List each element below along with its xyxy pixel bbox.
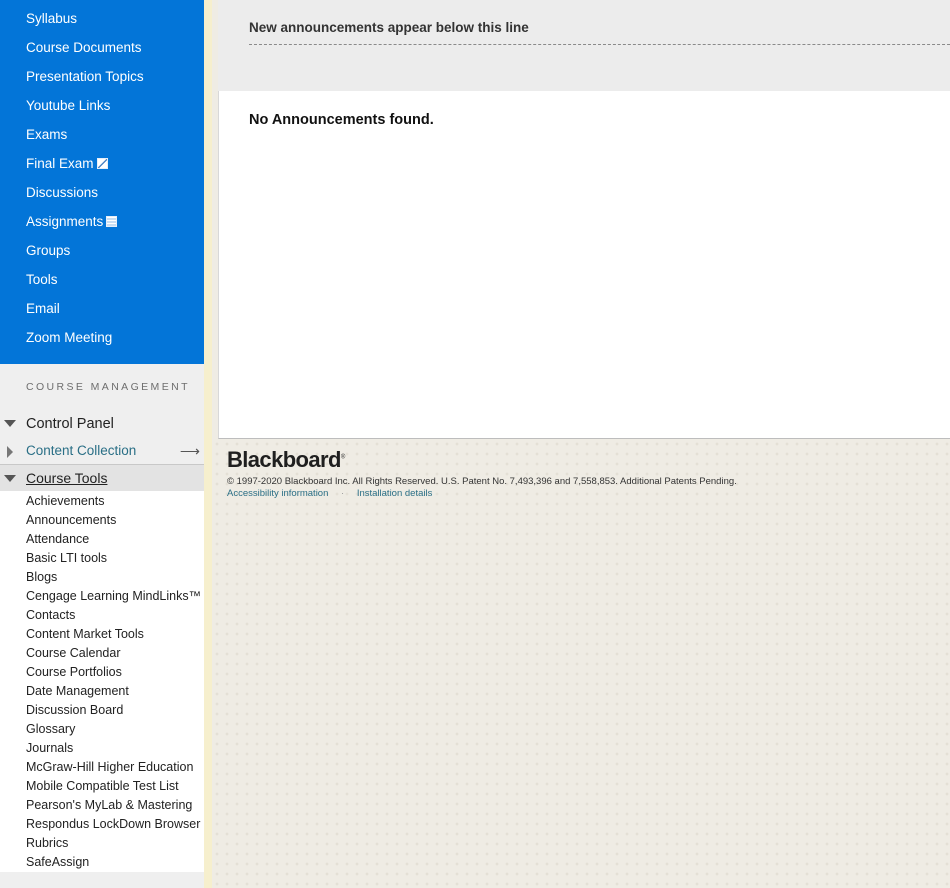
content-collection-link[interactable]: Content Collection ⟶	[0, 438, 204, 465]
page-footer: Blackboard® © 1997-2020 Blackboard Inc. …	[212, 439, 950, 888]
course-menu-item[interactable]: Groups	[0, 236, 204, 265]
course-tool-item[interactable]: Mobile Compatible Test List	[0, 777, 204, 796]
course-tool-item[interactable]: Journals	[0, 739, 204, 758]
course-menu-item[interactable]: Tools	[0, 265, 204, 294]
arrow-right-icon[interactable]: ⟶	[180, 438, 200, 464]
control-panel-label: Control Panel	[26, 416, 114, 432]
course-tool-item[interactable]: Attendance	[0, 530, 204, 549]
course-tool-item[interactable]: SafeAssign	[0, 853, 204, 872]
course-tool-item[interactable]: Date Management	[0, 682, 204, 701]
course-menu-item-label: Exams	[26, 127, 68, 142]
course-tool-item[interactable]: Pearson's MyLab & Mastering	[0, 796, 204, 815]
course-menu-item-label: Discussions	[26, 185, 99, 200]
expand-triangle-icon	[4, 420, 16, 427]
content-collection-label: Content Collection	[26, 443, 137, 458]
course-tools-toggle[interactable]: Course Tools	[0, 465, 204, 491]
course-tool-item[interactable]: Basic LTI tools	[0, 549, 204, 568]
course-tool-item[interactable]: Course Portfolios	[0, 663, 204, 682]
control-panel-toggle[interactable]: Control Panel	[0, 410, 204, 438]
course-menu-item[interactable]: Presentation Topics	[0, 62, 204, 91]
course-tool-item[interactable]: Discussion Board	[0, 701, 204, 720]
course-menu-item-label: Syllabus	[26, 11, 78, 26]
course-tool-item[interactable]: Glossary	[0, 720, 204, 739]
expand-triangle-icon	[4, 475, 16, 482]
course-tool-item[interactable]: Content Market Tools	[0, 625, 204, 644]
announcements-panel: No Announcements found.	[218, 91, 950, 439]
course-menu-item-label: Course Documents	[26, 40, 142, 55]
course-menu-item[interactable]: Course Documents	[0, 33, 204, 62]
course-menu-item-label: Final Exam	[26, 156, 94, 171]
course-menu-item[interactable]: Youtube Links	[0, 91, 204, 120]
course-tool-item[interactable]: Contacts	[0, 606, 204, 625]
course-tool-item[interactable]: Rubrics	[0, 834, 204, 853]
course-menu-item[interactable]: Syllabus	[0, 4, 204, 33]
course-menu-item-label: Groups	[26, 243, 71, 258]
course-tool-item[interactable]: Achievements	[0, 492, 204, 511]
course-tool-item[interactable]: Blogs	[0, 568, 204, 587]
installation-details-link[interactable]: Installation details	[357, 488, 433, 499]
course-tool-item[interactable]: Cengage Learning MindLinks™	[0, 587, 204, 606]
course-tool-item[interactable]: Announcements	[0, 511, 204, 530]
course-menu-item[interactable]: Final Exam	[0, 149, 204, 178]
course-menu-item-label: Zoom Meeting	[26, 330, 113, 345]
course-menu-item[interactable]: Zoom Meeting	[0, 323, 204, 352]
course-tool-item[interactable]: McGraw-Hill Higher Education	[0, 758, 204, 777]
accessibility-information-link[interactable]: Accessibility information	[227, 488, 328, 499]
sidebar: Syllabus Course Documents Presentation Top…	[0, 0, 204, 888]
course-tool-item[interactable]: Course Calendar	[0, 644, 204, 663]
footer-separator: ·	[341, 488, 345, 499]
course-menu-item[interactable]: Exams	[0, 120, 204, 149]
grid-icon	[106, 215, 118, 227]
footer-links: Accessibility information · Installation…	[227, 488, 432, 499]
course-tools-label: Course Tools	[26, 470, 108, 486]
sidebar-divider	[204, 0, 212, 888]
course-menu-item[interactable]: Email	[0, 294, 204, 323]
course-menu-item[interactable]: Discussions	[0, 178, 204, 207]
course-menu: Syllabus Course Documents Presentation Top…	[0, 0, 204, 364]
blackboard-logo: Blackboard®	[227, 447, 345, 472]
course-menu-item-label: Presentation Topics	[26, 69, 144, 84]
course-menu-item[interactable]: Assignments	[0, 207, 204, 236]
course-menu-item-label: Email	[26, 301, 60, 316]
course-menu-item-label: Youtube Links	[26, 98, 111, 113]
course-menu-item-label: Tools	[26, 272, 58, 287]
empty-announcements-message: No Announcements found.	[249, 112, 434, 128]
course-management-header: COURSE MANAGEMENT	[0, 364, 204, 410]
course-tool-item[interactable]: Respondus LockDown Browser	[0, 815, 204, 834]
announcements-header-area: New announcements appear below this line	[218, 0, 950, 91]
course-tools-list: Achievements Announcements Attendance Basic…	[0, 491, 204, 872]
collapsed-triangle-icon	[7, 446, 13, 458]
pencil-icon	[96, 157, 108, 169]
course-menu-item-label: Assignments	[26, 214, 104, 229]
copyright-text: © 1997-2020 Blackboard Inc. All Rights R…	[227, 476, 737, 487]
announcement-divider-line: New announcements appear below this line	[249, 20, 950, 45]
